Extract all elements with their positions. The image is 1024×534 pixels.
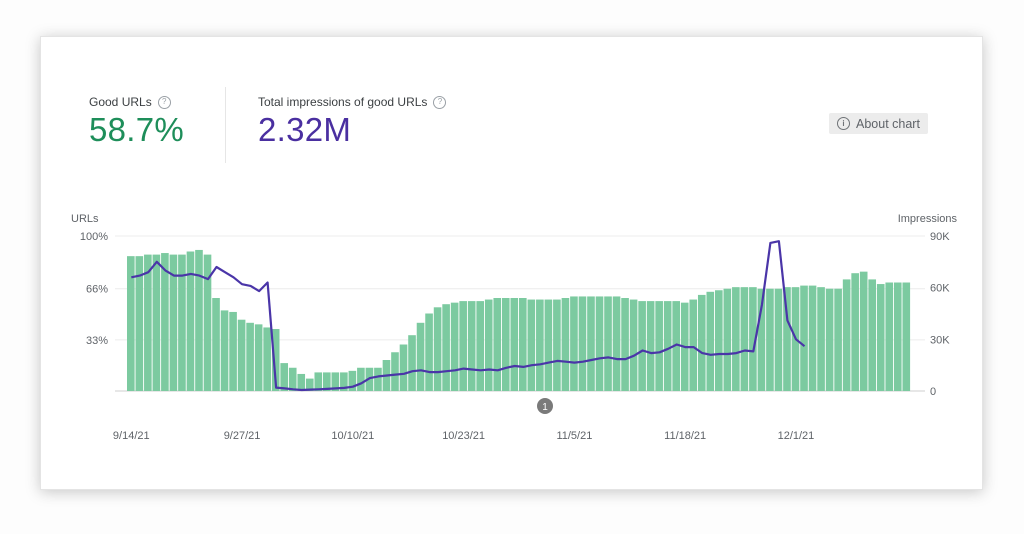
bar[interactable]: [229, 311, 237, 391]
chart-svg: 33% 66% 100% 0 30K 60K 90K 9/14/21 9/27/21 10/1…: [71, 213, 958, 442]
bar[interactable]: [578, 296, 587, 391]
bar[interactable]: [186, 251, 195, 392]
x-tick: 12/1/21: [778, 430, 815, 442]
bar[interactable]: [195, 249, 203, 391]
annotation-marker[interactable]: 1: [537, 398, 553, 414]
bar[interactable]: [800, 285, 808, 391]
y-axis-right: 0 30K 60K 90K: [930, 231, 950, 398]
bar[interactable]: [561, 298, 570, 391]
bar[interactable]: [732, 287, 740, 391]
bar[interactable]: [212, 298, 220, 391]
bar[interactable]: [374, 367, 382, 391]
x-tick: 9/27/21: [224, 430, 261, 442]
y-right-tick: 90K: [930, 231, 950, 243]
x-axis: 9/14/21 9/27/21 10/10/21 10/23/21 11/5/21 11/…: [113, 430, 814, 442]
y-right-tick: 0: [930, 386, 936, 398]
bar[interactable]: [237, 319, 246, 391]
bar[interactable]: [536, 299, 544, 391]
bar[interactable]: [595, 296, 604, 391]
bar[interactable]: [246, 322, 254, 391]
bar[interactable]: [766, 288, 774, 391]
bar[interactable]: [638, 301, 646, 391]
y-right-tick: 30K: [930, 334, 950, 346]
bar[interactable]: [851, 273, 859, 391]
bar[interactable]: [476, 301, 485, 391]
y-right-tick: 60K: [930, 283, 950, 295]
bar[interactable]: [783, 287, 791, 391]
bar[interactable]: [297, 373, 306, 391]
bar[interactable]: [263, 327, 271, 391]
bar[interactable]: [152, 254, 161, 391]
bar[interactable]: [715, 290, 723, 391]
bar[interactable]: [553, 299, 561, 391]
bar[interactable]: [467, 301, 476, 391]
y-left-tick: 33%: [86, 335, 108, 347]
bar[interactable]: [408, 335, 416, 391]
bar[interactable]: [161, 253, 169, 391]
bar[interactable]: [697, 294, 706, 391]
bar[interactable]: [527, 299, 536, 391]
bar[interactable]: [817, 287, 825, 391]
bar[interactable]: [459, 301, 467, 391]
bar[interactable]: [433, 307, 442, 391]
bar[interactable]: [288, 367, 297, 391]
bar[interactable]: [740, 287, 749, 391]
bar[interactable]: [220, 310, 229, 391]
bar[interactable]: [357, 367, 365, 391]
bar[interactable]: [893, 282, 902, 392]
bar[interactable]: [254, 324, 263, 391]
bar[interactable]: [570, 296, 578, 391]
bar[interactable]: [808, 285, 817, 391]
bar[interactable]: [706, 291, 715, 391]
bar[interactable]: [842, 279, 851, 391]
x-tick: 10/10/21: [331, 430, 374, 442]
bar[interactable]: [774, 288, 783, 391]
bar[interactable]: [484, 299, 493, 391]
bar[interactable]: [655, 301, 663, 391]
bar[interactable]: [587, 296, 595, 391]
bar[interactable]: [629, 299, 638, 391]
bar[interactable]: [621, 298, 629, 391]
bar[interactable]: [663, 301, 672, 391]
bar[interactable]: [493, 298, 502, 391]
y-right-title: Impressions: [898, 213, 958, 225]
bar[interactable]: [442, 304, 450, 391]
bar[interactable]: [825, 288, 834, 391]
bar[interactable]: [391, 352, 399, 391]
y-left-title: URLs: [71, 213, 99, 225]
bar[interactable]: [416, 322, 425, 391]
bar[interactable]: [425, 313, 433, 392]
bar[interactable]: [399, 344, 408, 392]
bar[interactable]: [510, 298, 519, 391]
y-left-tick: 66%: [86, 284, 108, 296]
x-tick: 11/18/21: [664, 430, 706, 442]
annotation-number: 1: [542, 402, 548, 413]
bar[interactable]: [144, 254, 152, 391]
bar-series: [127, 249, 911, 392]
bar[interactable]: [646, 301, 655, 391]
bar[interactable]: [859, 271, 868, 391]
bar[interactable]: [604, 296, 612, 391]
x-tick: 10/23/21: [442, 430, 485, 442]
bar[interactable]: [834, 288, 842, 391]
bar[interactable]: [876, 284, 885, 391]
bar[interactable]: [723, 288, 732, 391]
x-tick: 11/5/21: [556, 430, 592, 442]
bar[interactable]: [885, 282, 894, 392]
bar[interactable]: [544, 299, 553, 391]
x-tick: 9/14/21: [113, 430, 150, 442]
bar[interactable]: [868, 279, 877, 391]
bar[interactable]: [450, 302, 459, 391]
bar[interactable]: [689, 299, 698, 391]
bar[interactable]: [902, 282, 911, 392]
bar[interactable]: [501, 298, 510, 391]
y-axis-left: 33% 66% 100%: [80, 231, 108, 347]
y-left-tick: 100%: [80, 231, 108, 243]
bar[interactable]: [519, 298, 527, 391]
bar[interactable]: [612, 296, 621, 391]
bar[interactable]: [280, 363, 289, 391]
